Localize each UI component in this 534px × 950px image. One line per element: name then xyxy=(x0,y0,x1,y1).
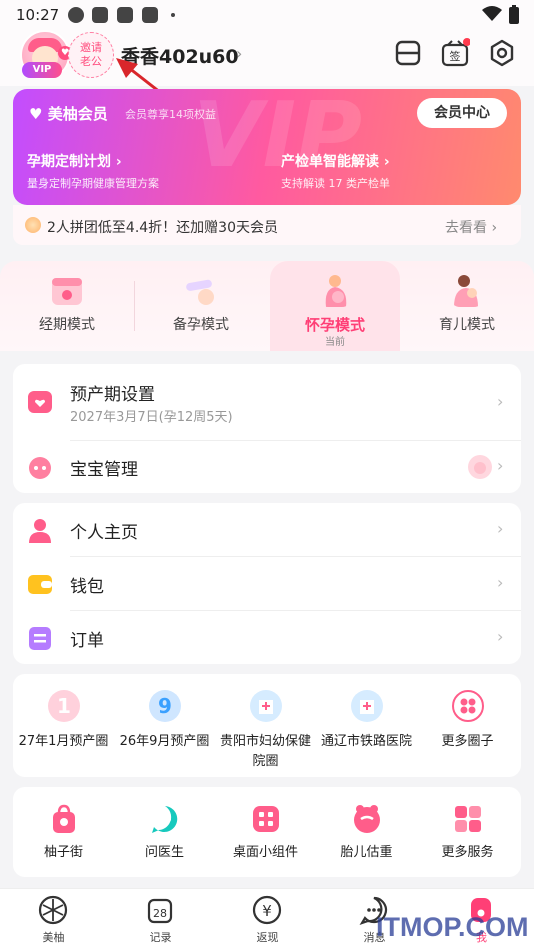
vip-title: ♥ 美柚会员 xyxy=(29,105,108,123)
nav-records[interactable]: 28 记录 xyxy=(107,889,214,950)
grid-icon xyxy=(455,806,481,832)
wallet-row[interactable]: 钱包 › xyxy=(13,557,521,610)
sign-in-icon[interactable]: 签 xyxy=(440,38,470,68)
invite-husband-button[interactable]: 邀请 老公 xyxy=(68,32,114,78)
due-date-title: 预产期设置 xyxy=(70,385,155,405)
vip-badge: VIP xyxy=(22,62,62,78)
yuan-icon: ¥ xyxy=(252,895,282,925)
circle-item[interactable]: 通辽市铁路医院 xyxy=(316,690,417,770)
service-item[interactable]: 问医生 xyxy=(114,803,215,873)
chevron-right-icon: › xyxy=(497,392,504,411)
promo-icon xyxy=(25,217,41,233)
nav-home[interactable]: 美柚 xyxy=(0,889,107,950)
profile-header: VIP ♥ 邀请 老公 香香402u60 › 签 xyxy=(0,30,534,86)
vip-subtitle: 会员尊享14项权益 xyxy=(125,108,216,121)
scale-icon xyxy=(354,805,380,833)
site-watermark: ITMOP.COM xyxy=(376,912,529,942)
pregnant-woman-icon xyxy=(325,275,347,307)
current-mode-label: 当前 xyxy=(325,337,345,348)
status-bar: 10:27 xyxy=(0,0,534,30)
circle-item[interactable]: 9 26年9月预产圈 xyxy=(114,690,215,770)
order-icon xyxy=(29,627,51,650)
due-date-settings-row[interactable]: 预产期设置 2027年3月7日(孕12周5天) › xyxy=(13,364,521,440)
vip-feature-checkup-report[interactable]: 产检单智能解读 › xyxy=(281,151,390,171)
hospital-icon xyxy=(351,690,383,722)
due-date-calendar-icon xyxy=(28,391,52,413)
tab-trying-mode[interactable]: 备孕模式 xyxy=(136,261,266,351)
scan-icon[interactable] xyxy=(393,38,423,68)
calendar-icon xyxy=(52,278,82,305)
more-circles-icon xyxy=(452,690,484,722)
hospital-icon xyxy=(250,690,282,722)
chevron-right-icon: › xyxy=(497,627,504,646)
mother-baby-icon xyxy=(454,275,478,307)
home-icon xyxy=(38,895,68,925)
service-item[interactable]: 柚子街 xyxy=(13,803,114,873)
member-center-button[interactable]: 会员中心 xyxy=(417,98,507,128)
personal-card: 个人主页 › 钱包 › 订单 › xyxy=(13,503,521,664)
battery-icon xyxy=(509,5,519,24)
wallet-icon xyxy=(28,575,52,594)
vip-feature-desc: 量身定制孕期健康管理方案 xyxy=(27,177,159,190)
svg-text:签: 签 xyxy=(450,49,461,63)
due-month-circle-icon: 1 xyxy=(48,690,80,722)
promo-text: 2人拼团低至4.4折！还加赠30天会员 xyxy=(47,220,278,236)
more-circles[interactable]: 更多圈子 xyxy=(417,690,518,770)
app-notification-icon xyxy=(68,7,84,23)
svg-text:9: 9 xyxy=(158,694,172,718)
baby-management-row[interactable]: 宝宝管理 › xyxy=(13,441,521,493)
promo-link[interactable]: 去看看 › xyxy=(445,217,497,237)
circles-card: 1 27年1月预产圈 9 26年9月预产圈 贵阳市妇幼保健院圈 通辽市铁路医院 … xyxy=(13,674,521,777)
wifi-icon xyxy=(482,6,502,21)
svg-text:28: 28 xyxy=(153,907,167,920)
chevron-right-icon: › xyxy=(497,456,504,475)
pregnancy-settings-card: 预产期设置 2027年3月7日(孕12周5天) › 宝宝管理 › xyxy=(13,364,521,493)
mode-tabs: 经期模式 备孕模式 怀孕模式 当前 育儿模式 xyxy=(0,261,534,351)
settings-gear-icon[interactable] xyxy=(487,38,517,68)
vip-membership-card[interactable]: VIP ♥ 美柚会员 会员尊享14项权益 会员中心 孕期定制计划 › 量身定制孕… xyxy=(13,89,521,205)
status-time: 10:27 xyxy=(16,6,60,24)
baby-avatar xyxy=(468,455,492,479)
diamond-icon: ♥ xyxy=(29,105,43,123)
vip-feature-desc: 支持解读 17 类产检单 xyxy=(281,177,390,190)
service-item[interactable]: 胎儿估重 xyxy=(316,803,417,873)
service-item[interactable]: 桌面小组件 xyxy=(215,803,316,873)
widget-icon xyxy=(253,806,279,832)
circle-item[interactable]: 贵阳市妇幼保健院圈 xyxy=(215,690,316,770)
circle-item[interactable]: 1 27年1月预产圈 xyxy=(13,690,114,770)
chevron-right-icon: › xyxy=(497,519,504,538)
calendar-28-icon: 28 xyxy=(147,898,173,924)
app-notification-icon xyxy=(117,7,133,23)
group-buy-promo[interactable]: 2人拼团低至4.4折！还加赠30天会员 去看看 › xyxy=(13,205,521,245)
baby-management-title: 宝宝管理 xyxy=(70,460,138,480)
svg-text:¥: ¥ xyxy=(262,902,272,920)
shopping-bag-icon xyxy=(53,804,75,833)
ovulation-test-icon xyxy=(186,279,214,305)
service-item[interactable]: 更多服务 xyxy=(417,803,518,873)
svg-text:1: 1 xyxy=(57,694,71,718)
app-notification-icon xyxy=(142,7,158,23)
more-notifications-icon xyxy=(171,13,175,17)
doctor-chat-icon xyxy=(152,806,178,833)
orders-row[interactable]: 订单 › xyxy=(13,611,521,664)
due-month-circle-icon: 9 xyxy=(149,690,181,722)
vip-feature-pregnancy-plan[interactable]: 孕期定制计划 › xyxy=(27,151,122,171)
chevron-right-icon: › xyxy=(497,573,504,592)
tab-period-mode[interactable]: 经期模式 xyxy=(2,261,132,351)
person-icon xyxy=(29,519,51,543)
tab-pregnancy-mode[interactable]: 怀孕模式 当前 xyxy=(270,261,400,351)
app-notification-icon xyxy=(92,7,108,23)
profile-page-row[interactable]: 个人主页 › xyxy=(13,503,521,556)
tab-parenting-mode[interactable]: 育儿模式 xyxy=(402,261,532,351)
due-date-value: 2027年3月7日(孕12周5天) xyxy=(70,410,233,425)
nav-cashback[interactable]: ¥ 返现 xyxy=(214,889,321,950)
baby-icon xyxy=(29,457,51,479)
services-card: 柚子街 问医生 桌面小组件 胎儿估重 更多服务 xyxy=(13,787,521,877)
